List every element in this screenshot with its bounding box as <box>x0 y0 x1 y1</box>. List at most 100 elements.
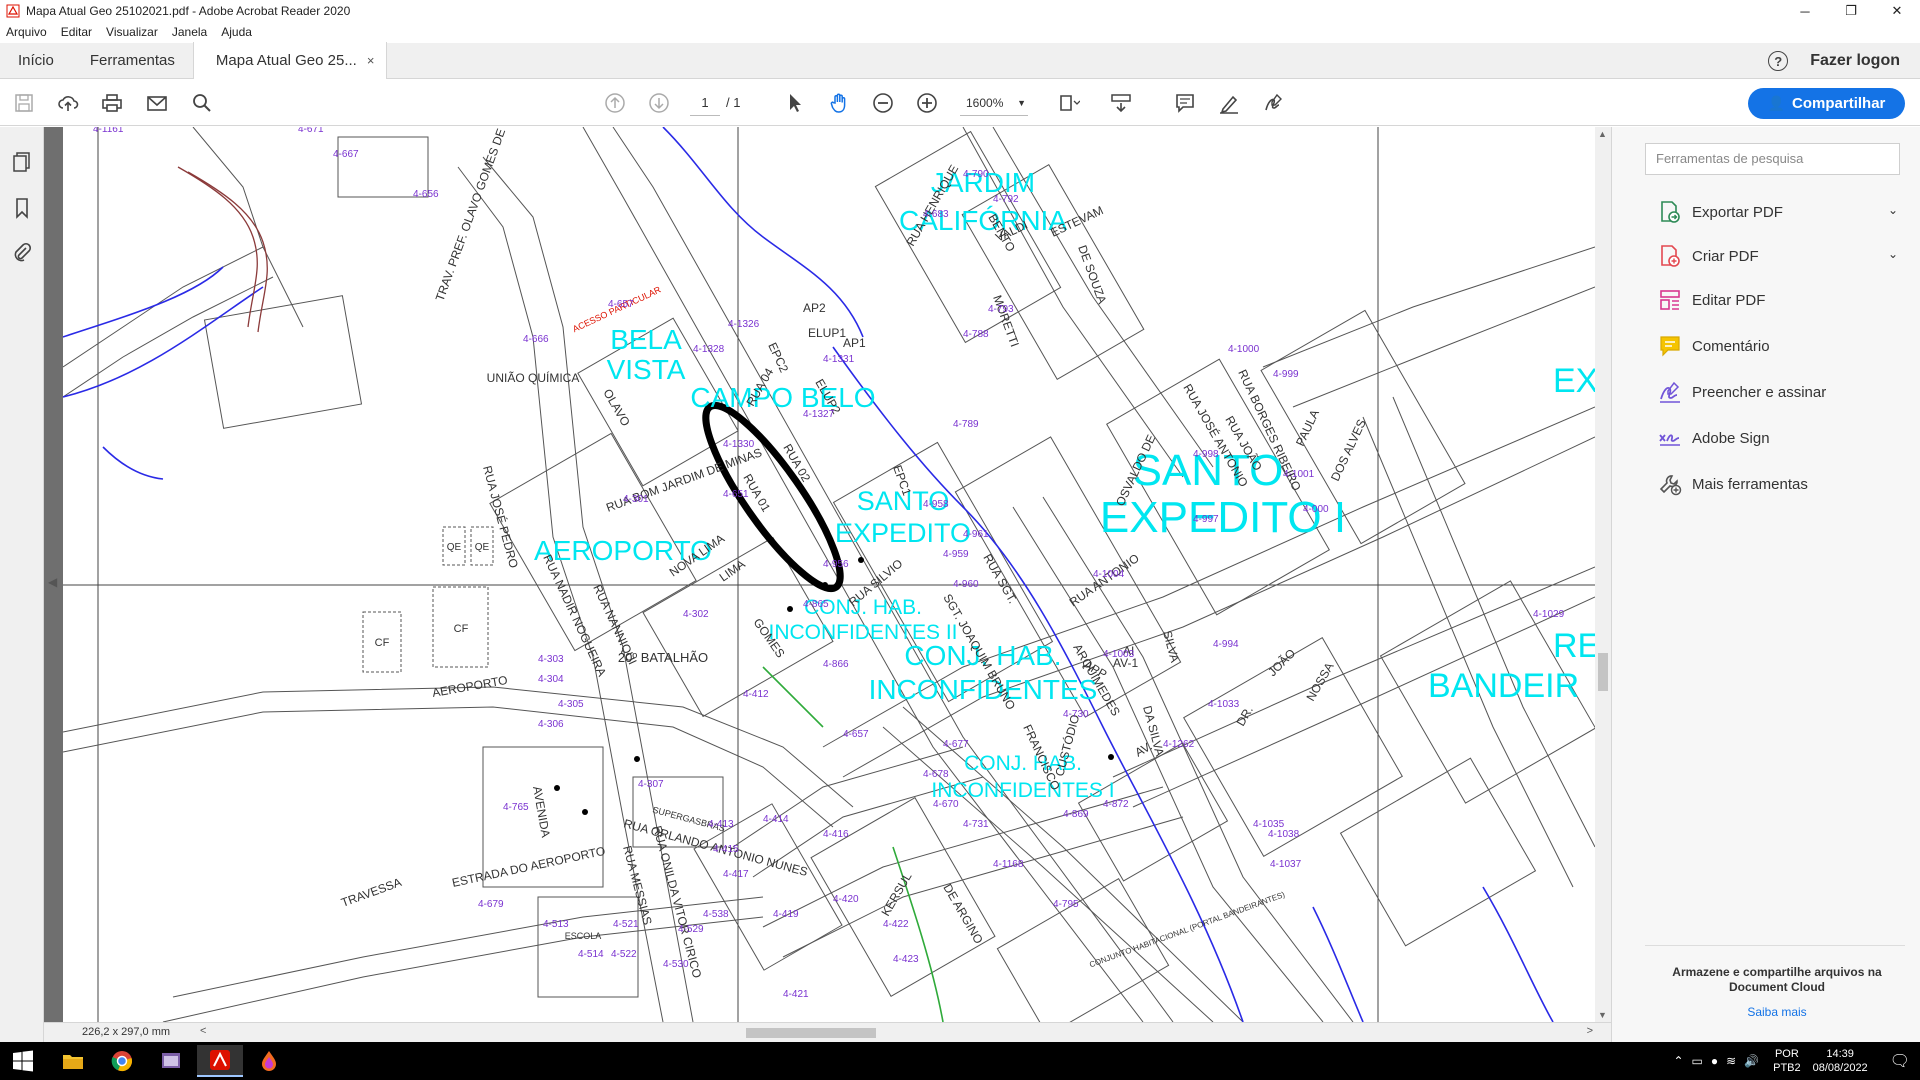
tab-tools[interactable]: Ferramentas <box>72 42 193 78</box>
share-button[interactable]: 👤 Compartilhar <box>1748 88 1905 119</box>
chrome-icon[interactable] <box>99 1045 145 1077</box>
tool-comment[interactable]: Comentário <box>1658 333 1898 359</box>
highlight-pen-icon[interactable] <box>1216 90 1242 116</box>
tool-adobe-sign[interactable]: Adobe Sign <box>1658 425 1898 451</box>
lot-code-label: 4-958 <box>923 499 949 510</box>
lot-code-label: 4-765 <box>503 802 529 813</box>
menu-arquivo[interactable]: Arquivo <box>6 25 47 39</box>
lot-code-label: 4-417 <box>723 869 749 880</box>
sign-icon[interactable] <box>1260 90 1286 116</box>
chevron-down-icon[interactable]: ⌄ <box>1888 247 1898 261</box>
menu-ajuda[interactable]: Ajuda <box>221 25 252 39</box>
close-tab-icon[interactable]: × <box>367 53 375 68</box>
menu-janela[interactable]: Janela <box>172 25 207 39</box>
collapse-left-pane-icon[interactable]: ◀ <box>48 575 57 589</box>
tool-more-tools[interactable]: Mais ferramentas <box>1658 471 1898 497</box>
hand-tool-icon[interactable] <box>826 90 852 116</box>
upload-cloud-icon[interactable] <box>55 90 81 116</box>
lot-code-label: 4-1001 <box>1283 469 1315 480</box>
zoom-out-icon[interactable] <box>870 90 896 116</box>
zoom-level-value: 1600% <box>966 96 1004 110</box>
volume-icon[interactable]: 🔊 <box>1744 1054 1759 1068</box>
windows-taskbar: ⌃ ▭ ● ≋ 🔊 POR PTB2 14:39 08/08/2022 🗨 <box>0 1042 1920 1080</box>
lot-code-label: 4-413 <box>708 819 734 830</box>
label-campo-belo: CAMPO BELO <box>690 382 875 413</box>
attachment-icon[interactable] <box>11 241 33 263</box>
windows-start-icon[interactable] <box>0 1045 46 1077</box>
vertical-scrollbar[interactable]: ▲ ▼ <box>1595 127 1611 1022</box>
save-icon[interactable] <box>11 90 37 116</box>
input-language[interactable]: POR PTB2 <box>1773 1047 1801 1075</box>
restore-button[interactable]: ❐ <box>1828 0 1874 22</box>
system-tray: ⌃ ▭ ● ≋ 🔊 POR PTB2 14:39 08/08/2022 🗨 <box>1673 1042 1910 1080</box>
help-icon[interactable]: ? <box>1768 51 1789 71</box>
place-qe-1: QE <box>447 542 462 553</box>
scroll-down-icon[interactable]: ▼ <box>1598 1010 1607 1020</box>
menu-visualizar[interactable]: Visualizar <box>106 25 158 39</box>
lot-code-label: 4-415 <box>713 844 739 855</box>
tool-create-pdf[interactable]: Criar PDF ⌄ <box>1658 243 1898 269</box>
lot-code-label: 4-307 <box>638 779 664 790</box>
file-explorer-icon[interactable] <box>50 1045 96 1077</box>
street-label: ESTRADA DO AEROPORTO <box>451 844 607 890</box>
lot-code-label: 4-419 <box>773 909 799 920</box>
scroll-left-icon[interactable]: < <box>200 1025 206 1037</box>
tab-home[interactable]: Início <box>0 42 72 78</box>
comment-icon[interactable] <box>1172 90 1198 116</box>
notification-icon[interactable]: 🗨 <box>1890 1051 1910 1071</box>
page-total: / 1 <box>726 95 741 110</box>
chevron-down-icon[interactable]: ⌄ <box>1888 203 1898 217</box>
scroll-mode-icon[interactable] <box>1108 90 1134 116</box>
security-icon[interactable]: ● <box>1711 1054 1718 1068</box>
tab-document[interactable]: Mapa Atual Geo 25... × <box>192 42 388 79</box>
lot-code-label: 4-670 <box>933 799 959 810</box>
menu-editar[interactable]: Editar <box>61 25 92 39</box>
tool-fill-sign[interactable]: Preencher e assinar <box>1658 379 1898 405</box>
minimize-button[interactable]: ─ <box>1782 0 1828 22</box>
horizontal-scroll-thumb[interactable] <box>746 1028 876 1038</box>
page-fit-icon[interactable] <box>1056 90 1082 116</box>
tray-overflow-icon[interactable]: ⌃ <box>1673 1054 1683 1068</box>
print-icon[interactable] <box>99 90 125 116</box>
lot-code-label: 4-412 <box>743 689 769 700</box>
vertical-scroll-thumb[interactable] <box>1598 653 1608 691</box>
network-icon[interactable]: ▭ <box>1692 1054 1703 1068</box>
next-page-icon[interactable] <box>646 90 672 116</box>
app-window-icon[interactable] <box>148 1045 194 1077</box>
email-icon[interactable] <box>144 90 170 116</box>
close-window-button[interactable]: ✕ <box>1874 0 1920 22</box>
tool-edit-pdf[interactable]: Editar PDF <box>1658 287 1898 313</box>
bookmark-icon[interactable] <box>11 197 33 219</box>
acrobat-taskbar-icon[interactable] <box>197 1045 243 1077</box>
search-tools-input[interactable]: Ferramentas de pesquisa <box>1645 143 1900 175</box>
clock[interactable]: 14:39 08/08/2022 <box>1813 1047 1868 1075</box>
search-icon[interactable] <box>189 90 215 116</box>
scroll-right-icon[interactable]: > <box>1587 1025 1593 1037</box>
learn-more-link[interactable]: Saiba mais <box>1652 1005 1902 1019</box>
menu-bar: Arquivo Editar Visualizar Janela Ajuda <box>0 22 1920 42</box>
lot-code-label: 4-656 <box>413 189 439 200</box>
page-number-input[interactable]: 1 <box>690 90 720 116</box>
page-thumbnails-icon[interactable] <box>11 151 33 173</box>
street-label: RUA JOSÉ PEDRO <box>480 464 522 570</box>
lot-code-label: 4-866 <box>823 659 849 670</box>
lot-code-label: 4-730 <box>1063 709 1089 720</box>
lot-code-label: 4-997 <box>1193 514 1219 525</box>
street-label: RUA MESSIAS <box>620 844 655 926</box>
scroll-up-icon[interactable]: ▲ <box>1598 129 1607 139</box>
previous-page-icon[interactable] <box>602 90 628 116</box>
zoom-level-select[interactable]: 1600% ▼ <box>960 90 1028 116</box>
wifi-icon[interactable]: ≋ <box>1726 1054 1736 1068</box>
select-cursor-icon[interactable] <box>782 90 808 116</box>
lot-code-label: 4-872 <box>1103 799 1129 810</box>
login-link[interactable]: Fazer logon <box>1810 52 1900 70</box>
zoom-in-icon[interactable] <box>914 90 940 116</box>
map-page[interactable]: JARDIM CALIFÓRNIA BELA VISTA CAMPO BELO … <box>63 127 1595 1022</box>
color-app-icon[interactable] <box>246 1045 292 1077</box>
label-expedito: EXPEDITO <box>835 518 971 548</box>
tool-export-pdf[interactable]: Exportar PDF ⌄ <box>1658 199 1898 225</box>
adobe-sign-icon <box>1658 426 1682 450</box>
clock-date: 08/08/2022 <box>1812 1062 1868 1074</box>
tool-edit-pdf-label: Editar PDF <box>1692 291 1766 309</box>
lot-code-label: 4-671 <box>298 127 324 135</box>
